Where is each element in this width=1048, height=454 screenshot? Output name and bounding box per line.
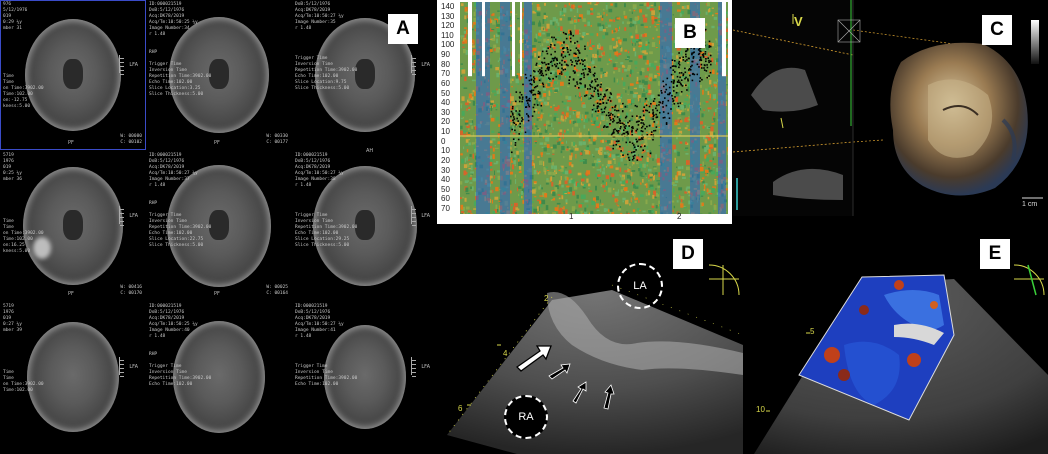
panel-d-depth-2: 2	[544, 294, 549, 303]
doppler-y-tick: 10	[441, 146, 450, 156]
panel-d-depth-4: 4	[503, 349, 508, 358]
doppler-y-tick: 110	[441, 30, 454, 40]
doppler-y-tick: 100	[441, 40, 455, 50]
orientation-bottom-label: PF	[214, 291, 220, 297]
doppler-y-tick: 50	[441, 88, 450, 98]
mri-slice: ID:000021519 DoB:5/12/1976 Acq:DK78/2019…	[146, 0, 292, 150]
mri-scale-ruler	[411, 357, 420, 377]
orientation-label: LFA	[129, 213, 138, 219]
orientation-label: LFA	[421, 364, 430, 370]
doppler-y-tick: 70	[441, 204, 450, 213]
doppler-y-tick: 40	[441, 175, 450, 185]
doppler-y-tick: 120	[441, 21, 455, 31]
orientation-bottom-label: PF	[68, 291, 74, 297]
ventricle-shape	[209, 210, 229, 240]
doppler-y-tick: 10	[441, 127, 450, 137]
panel-a-mri-grid: 976 5/12/1976 019 0:29 ¼y mber 31 Time T…	[0, 0, 436, 454]
doppler-y-tick: 50	[441, 184, 450, 194]
mri-window-level: W: 00330 C: 00177	[266, 134, 288, 145]
mri-slice: 5719 1976 019 0:27 ¼y mber 39 Time Time …	[0, 302, 146, 452]
doppler-y-tick: 140	[441, 2, 455, 11]
mri-window-level: W: 00416 C: 00170	[120, 285, 142, 296]
doppler-y-tick: 90	[441, 50, 450, 60]
orientation-label: LFA	[129, 364, 138, 370]
mri-scale-ruler	[119, 357, 128, 377]
doppler-y-tick: 20	[441, 117, 450, 127]
panel-e-depth-5: 5	[810, 327, 815, 336]
mri-slice: 976 5/12/1976 019 0:29 ¼y mber 31 Time T…	[0, 0, 146, 150]
doppler-y-tick: 130	[441, 11, 455, 21]
doppler-y-tick: 20	[441, 155, 450, 165]
doppler-y-tick: 30	[441, 165, 450, 175]
ventricle-shape	[63, 210, 83, 240]
panel-c-3d-echo: V 1 cm C	[733, 0, 1048, 216]
orientation-label: LFA	[421, 62, 430, 68]
mri-metadata: DoB:5/12/1976 Acq:DK78/2019 Acq/Tm:10:50…	[295, 2, 358, 91]
orientation-bottom-label: PF	[214, 140, 220, 146]
orientation-label: LFA	[129, 62, 138, 68]
mri-scale-ruler	[119, 206, 128, 226]
mri-metadata: ID:000021519 DoB:5/12/1976 Acq:DK78/2019…	[149, 153, 212, 248]
doppler-x-tick: 2	[677, 212, 682, 221]
ventricle-shape	[355, 59, 375, 89]
panel-e-color-doppler: 5 10 E	[744, 225, 1048, 454]
mri-metadata: 5719 1976 019 0:27 ¼y mber 39 Time Time …	[3, 304, 44, 393]
mri-slice: 5719 1976 019 0:25 ¼y mber 36 Time Time …	[0, 151, 146, 301]
mri-scale-ruler	[119, 55, 128, 75]
panel-b-badge: B	[675, 18, 705, 48]
doppler-y-tick: 80	[441, 59, 450, 69]
mri-scale-ruler	[411, 206, 420, 226]
orientation-bottom-label: PF	[68, 140, 74, 146]
panel-a-badge: A	[388, 14, 418, 44]
doppler-y-tick: 30	[441, 107, 450, 117]
orientation-top-label: AH	[366, 148, 374, 154]
panel-b-doppler: 140 130 120 110 100 90 80 70 60 50 40 30 20 10 0 10 20 30…	[437, 0, 732, 224]
mri-slice: ID:000021519 DoB:5/12/1976 Acq:DK78/2019…	[292, 302, 436, 452]
mri-metadata: ID:000021519 DoB:5/12/1976 Acq:DK78/2019…	[149, 2, 212, 97]
ventricle-shape	[63, 59, 83, 89]
orientation-label: LFA	[421, 213, 430, 219]
mri-slice: ID:000021519 DoB:5/12/1976 Acq:DK78/2019…	[292, 151, 436, 301]
doppler-y-tick: 40	[441, 98, 450, 108]
mri-slice: ID:000021519 DoB:5/12/1976 Acq:DK78/2019…	[146, 151, 292, 301]
doppler-y-tick: 60	[441, 78, 450, 88]
panel-e-depth-10: 10	[756, 405, 765, 414]
panel-c-v-label: V	[794, 14, 803, 29]
mri-window-level: W: 00025 C: 00164	[266, 285, 288, 296]
mri-metadata: ID:000021519 DoB:5/12/1976 Acq:DK78/2019…	[295, 153, 358, 248]
panel-c-scale-label: 1 cm	[1022, 201, 1038, 208]
panel-d-tee: LA RA D	[437, 225, 743, 454]
la-label: LA	[617, 263, 663, 309]
mri-metadata: ID:000021519 DoB:5/12/1976 Acq:DK78/2019…	[149, 304, 212, 387]
ventricle-shape	[355, 210, 375, 240]
mri-slice: ID:000021519 DoB:5/12/1976 Acq:DK78/2019…	[146, 302, 292, 452]
ra-label: RA	[504, 395, 548, 439]
doppler-y-tick: 0	[441, 136, 446, 146]
panel-e-badge: E	[980, 239, 1010, 269]
doppler-y-tick: 70	[441, 69, 450, 79]
mri-metadata: 976 5/12/1976 019 0:29 ¼y mber 31 Time T…	[3, 2, 44, 109]
panel-d-badge: D	[673, 239, 703, 269]
panel-d-depth-6: 6	[458, 404, 463, 413]
mri-window-level: W: 00080 C: 00102	[120, 134, 142, 145]
ventricle-shape	[209, 59, 229, 89]
panel-c-badge: C	[982, 15, 1012, 45]
mri-metadata: ID:000021519 DoB:5/12/1976 Acq:DK78/2019…	[295, 304, 358, 387]
doppler-x-tick: 1	[569, 212, 574, 221]
doppler-y-tick: 60	[441, 194, 450, 204]
mri-metadata: 5719 1976 019 0:25 ¼y mber 36 Time Time …	[3, 153, 44, 254]
mri-scale-ruler	[411, 55, 420, 75]
